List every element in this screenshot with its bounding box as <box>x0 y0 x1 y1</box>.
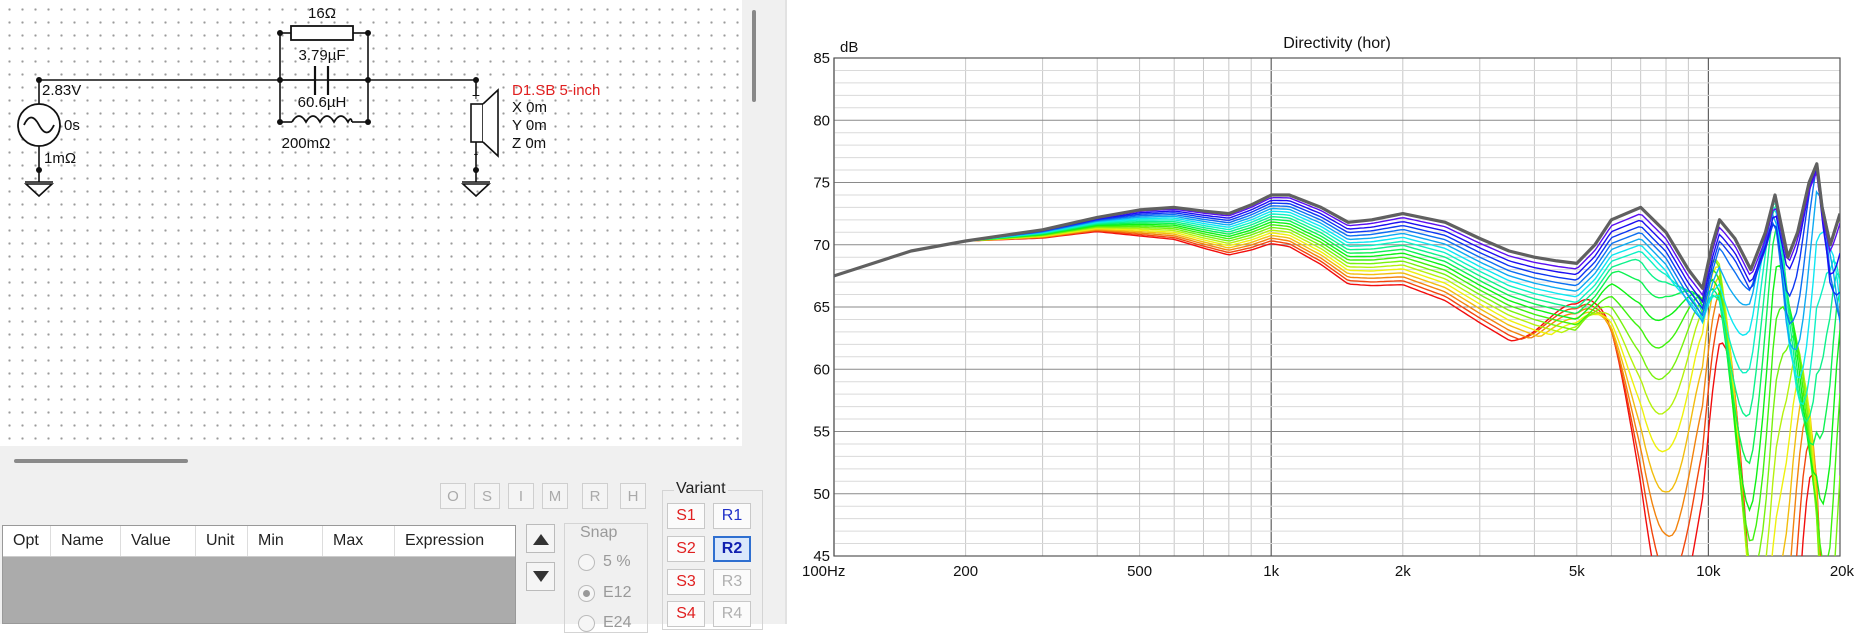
driver-name-label: D1.SB 5-inch <box>512 82 600 99</box>
y-tick-label: 85 <box>813 50 830 67</box>
x-tick-label: 200 <box>953 563 978 580</box>
y-tick-label: 60 <box>813 361 830 378</box>
svg-text:+: + <box>472 87 480 103</box>
source-resistance-label: 1mΩ <box>44 150 76 167</box>
source-voltage-label: 2.83V <box>42 82 81 99</box>
column-min[interactable]: Min <box>248 526 323 556</box>
off-axis-curve <box>834 230 1822 556</box>
variant-title: Variant <box>674 480 728 498</box>
schematic-horizontal-scrollbar[interactable] <box>14 459 188 463</box>
column-opt[interactable]: Opt <box>3 526 51 556</box>
column-name[interactable]: Name <box>51 526 121 556</box>
column-max[interactable]: Max <box>323 526 395 556</box>
snap-5pct-label: 5 % <box>603 553 631 570</box>
move-up-button[interactable] <box>526 524 555 553</box>
speaker-symbol <box>470 103 484 143</box>
column-unit[interactable]: Unit <box>196 526 248 556</box>
move-down-button[interactable] <box>526 562 555 591</box>
y-axis-unit-label: dB <box>840 39 858 56</box>
off-axis-curve <box>834 230 1822 556</box>
variant-r4-button[interactable]: R4 <box>713 601 751 627</box>
optimizer-table[interactable]: Opt Name Value Unit Min Max Expression <box>2 525 516 624</box>
x-tick-label: 100Hz <box>802 563 845 580</box>
toolbar-r-button[interactable]: R <box>582 483 608 509</box>
variant-s1-button[interactable]: S1 <box>667 503 705 529</box>
schematic-vertical-scrollbar[interactable] <box>752 10 756 102</box>
directivity-chart[interactable]: Directivity (hor)dB858075706560555045100… <box>790 0 1874 624</box>
x-tick-label: 1k <box>1263 563 1279 580</box>
variant-s4-button[interactable]: S4 <box>667 601 705 627</box>
capacitor-value-label: 3.79µF <box>299 47 346 64</box>
column-value[interactable]: Value <box>121 526 196 556</box>
toolbar-s-button[interactable]: S <box>474 483 500 509</box>
snap-e12-label: E12 <box>603 584 632 601</box>
source-delay-label: 0s <box>64 117 80 134</box>
toolbar-h-button[interactable]: H <box>620 483 646 509</box>
snap-e12-radio[interactable] <box>578 585 595 602</box>
toolbar-i-button[interactable]: I <box>508 483 534 509</box>
pane-divider[interactable] <box>785 0 787 624</box>
inductor-symbol <box>291 115 353 124</box>
inductor-value-label: 60.6µH <box>298 94 347 111</box>
toolbar-o-button[interactable]: O <box>440 483 466 509</box>
resistor-symbol <box>290 25 354 41</box>
variant-s2-button[interactable]: S2 <box>667 536 705 562</box>
x-tick-label: 10k <box>1696 563 1721 580</box>
snap-title: Snap <box>578 524 620 542</box>
y-tick-label: 65 <box>813 299 830 316</box>
crossover-editor-pane: + - 2.83V 0s 1mΩ 16Ω 3.79µF 60.6µH 200mΩ… <box>0 0 785 633</box>
column-expression[interactable]: Expression <box>395 526 515 556</box>
toolbar-m-button[interactable]: M <box>542 483 568 509</box>
chart-title: Directivity (hor) <box>1283 35 1391 52</box>
y-tick-label: 50 <box>813 486 830 503</box>
x-tick-label: 2k <box>1395 563 1411 580</box>
variant-s3-button[interactable]: S3 <box>667 569 705 595</box>
schematic-canvas[interactable]: + - 2.83V 0s 1mΩ 16Ω 3.79µF 60.6µH 200mΩ… <box>0 0 742 446</box>
directivity-chart-panel: Directivity (hor) dB 85 80 75 70 65 60 55 50 45 100… <box>790 0 1874 624</box>
ground-symbol <box>23 183 492 198</box>
y-tick-label: 80 <box>813 112 830 129</box>
driver-x-label: X 0m <box>512 99 547 116</box>
snap-e24-label: E24 <box>603 614 632 631</box>
variant-r2-button[interactable]: R2 <box>713 536 751 562</box>
resistor-value-label: 16Ω <box>308 5 336 22</box>
optimizer-table-header: Opt Name Value Unit Min Max Expression <box>3 526 515 557</box>
variant-r1-button[interactable]: R1 <box>713 503 751 529</box>
snap-5pct-radio[interactable] <box>578 554 595 571</box>
driver-z-label: Z 0m <box>512 135 546 152</box>
x-tick-label: 5k <box>1569 563 1585 580</box>
inductor-resistance-label: 200mΩ <box>282 135 331 152</box>
x-tick-label: 500 <box>1127 563 1152 580</box>
variant-r3-button[interactable]: R3 <box>713 569 751 595</box>
driver-y-label: Y 0m <box>512 117 547 134</box>
arrow-up-icon <box>532 533 549 545</box>
schematic-drawing: + - 2.83V 0s 1mΩ 16Ω 3.79µF 60.6µH 200mΩ… <box>17 5 600 198</box>
svg-text:-: - <box>474 145 479 161</box>
arrow-down-icon <box>532 570 549 582</box>
y-tick-label: 75 <box>813 175 830 192</box>
y-tick-label: 70 <box>813 237 830 254</box>
y-tick-label: 55 <box>813 424 830 441</box>
x-tick-label: 20k <box>1830 563 1855 580</box>
